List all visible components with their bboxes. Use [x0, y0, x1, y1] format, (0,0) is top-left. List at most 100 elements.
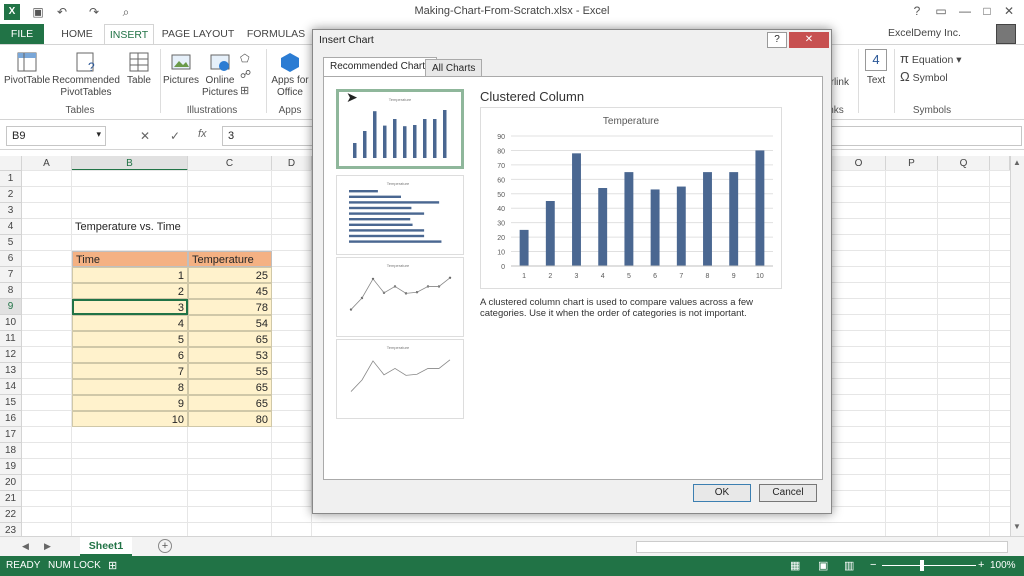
temperature-cell[interactable]: 54 [188, 315, 272, 331]
row-header[interactable]: 18 [0, 443, 22, 459]
row-header[interactable]: 11 [0, 331, 22, 347]
temperature-header[interactable]: Temperature [188, 251, 272, 267]
recommended-pivottables-button[interactable]: ? Recommended PivotTables [52, 51, 120, 99]
tab-file[interactable]: FILE [0, 24, 44, 44]
symbol-button[interactable]: Ω Symbol [900, 69, 948, 84]
equation-button[interactable]: π Equation ▾ [900, 51, 962, 66]
row-header[interactable]: 8 [0, 283, 22, 299]
row-header[interactable]: 1 [0, 171, 22, 187]
close-window-button[interactable]: ✕ [998, 2, 1020, 20]
tab-formulas[interactable]: FORMULAS [244, 24, 308, 44]
row-header[interactable]: 13 [0, 363, 22, 379]
column-header-d[interactable]: D [272, 156, 312, 171]
row-header[interactable]: 15 [0, 395, 22, 411]
time-cell[interactable]: 5 [72, 331, 188, 347]
column-header-o[interactable]: O [832, 156, 886, 171]
minimize-button[interactable]: — [954, 2, 976, 20]
prev-sheet-icon[interactable]: ◀ [22, 541, 29, 552]
next-sheet-icon[interactable]: ▶ [44, 541, 51, 552]
temperature-cell[interactable]: 25 [188, 267, 272, 283]
thumbnail-line-markers[interactable]: Temperature [336, 257, 464, 337]
table-button[interactable]: Table [122, 51, 156, 87]
row-header[interactable]: 14 [0, 379, 22, 395]
column-header-q[interactable]: Q [938, 156, 990, 171]
horizontal-scrollbar[interactable] [636, 541, 1008, 553]
temperature-cell[interactable]: 65 [188, 395, 272, 411]
time-cell[interactable]: 2 [72, 283, 188, 299]
row-header[interactable]: 16 [0, 411, 22, 427]
pictures-button[interactable]: Pictures [162, 51, 200, 87]
temperature-cell[interactable]: 78 [188, 299, 272, 315]
row-header[interactable]: 17 [0, 427, 22, 443]
row-header[interactable]: 3 [0, 203, 22, 219]
row-header[interactable]: 21 [0, 491, 22, 507]
tab-all-charts[interactable]: All Charts [425, 59, 483, 77]
time-cell[interactable]: 8 [72, 379, 188, 395]
maximize-button[interactable]: □ [976, 2, 998, 20]
online-pictures-button[interactable]: Online Pictures [200, 51, 240, 99]
page-break-view-icon[interactable]: ▥ [844, 559, 854, 572]
row-header[interactable]: 19 [0, 459, 22, 475]
column-header-p[interactable]: P [886, 156, 938, 171]
time-cell[interactable]: 4 [72, 315, 188, 331]
zoom-in-icon[interactable]: + [978, 559, 984, 571]
row-header[interactable]: 20 [0, 475, 22, 491]
user-name[interactable]: ExcelDemy Inc. [888, 27, 961, 39]
temperature-cell[interactable]: 55 [188, 363, 272, 379]
row-header[interactable]: 10 [0, 315, 22, 331]
user-avatar[interactable] [996, 24, 1016, 44]
ribbon-options-icon[interactable]: ▭ [930, 2, 952, 20]
zoom-slider-thumb[interactable] [920, 560, 924, 571]
temperature-cell[interactable]: 80 [188, 411, 272, 427]
row-header[interactable]: 7 [0, 267, 22, 283]
vertical-scrollbar[interactable]: ▲ ▼ [1010, 156, 1024, 536]
zoom-slider[interactable] [882, 565, 976, 566]
pivottable-button[interactable]: PivotTable [4, 51, 50, 87]
row-header[interactable]: 4 [0, 219, 22, 235]
normal-view-icon[interactable]: ▦ [790, 559, 800, 572]
sheet-tab-sheet1[interactable]: Sheet1 [80, 537, 132, 556]
zoom-out-icon[interactable]: − [870, 559, 876, 571]
tab-page-layout[interactable]: PAGE LAYOUT [160, 24, 236, 44]
add-sheet-icon[interactable]: + [158, 539, 172, 553]
help-icon[interactable]: ? [906, 2, 928, 20]
page-layout-view-icon[interactable]: ▣ [818, 559, 828, 572]
temperature-cell[interactable]: 53 [188, 347, 272, 363]
column-header-c[interactable]: C [188, 156, 272, 171]
time-cell[interactable]: 7 [72, 363, 188, 379]
name-box[interactable]: B9 ▾ [6, 126, 106, 146]
tab-home[interactable]: HOME [54, 24, 100, 44]
row-header[interactable]: 9 [0, 299, 22, 315]
time-cell[interactable]: 6 [72, 347, 188, 363]
column-header-a[interactable]: A [22, 156, 72, 171]
cancel-button[interactable]: Cancel [759, 484, 817, 502]
temperature-cell[interactable]: 65 [188, 331, 272, 347]
temperature-cell[interactable]: 65 [188, 379, 272, 395]
time-cell[interactable]: 9 [72, 395, 188, 411]
dialog-close-button[interactable]: ✕ [789, 32, 829, 48]
tab-recommended-charts[interactable]: Recommended Charts [323, 57, 438, 77]
column-header-b[interactable]: B [72, 156, 188, 171]
time-header[interactable]: Time [72, 251, 188, 267]
text-button[interactable]: 4 Text [860, 49, 892, 87]
tab-insert[interactable]: INSERT [104, 24, 154, 44]
ok-button[interactable]: OK [693, 484, 751, 502]
row-header[interactable]: 2 [0, 187, 22, 203]
temperature-cell[interactable]: 45 [188, 283, 272, 299]
time-cell[interactable]: 1 [72, 267, 188, 283]
scroll-down-icon[interactable]: ▼ [1013, 522, 1021, 531]
select-all-corner[interactable] [0, 156, 22, 171]
zoom-level[interactable]: 100% [990, 560, 1016, 571]
macro-record-icon[interactable]: ⊞ [108, 559, 117, 572]
insert-function-icon[interactable]: fx [198, 128, 207, 140]
row-header[interactable]: 22 [0, 507, 22, 523]
enter-entry-icon[interactable]: ✓ [170, 129, 180, 143]
scroll-up-icon[interactable]: ▲ [1013, 158, 1021, 167]
thumbnail-line[interactable]: Temperature [336, 339, 464, 419]
row-header[interactable]: 12 [0, 347, 22, 363]
time-cell[interactable]: 10 [72, 411, 188, 427]
dialog-help-button[interactable]: ? [767, 32, 787, 48]
shapes-icons[interactable]: ⬠ ☍ ⊞ [240, 51, 260, 99]
row-header[interactable]: 5 [0, 235, 22, 251]
thumbnail-clustered-bar[interactable]: Temperature [336, 175, 464, 255]
